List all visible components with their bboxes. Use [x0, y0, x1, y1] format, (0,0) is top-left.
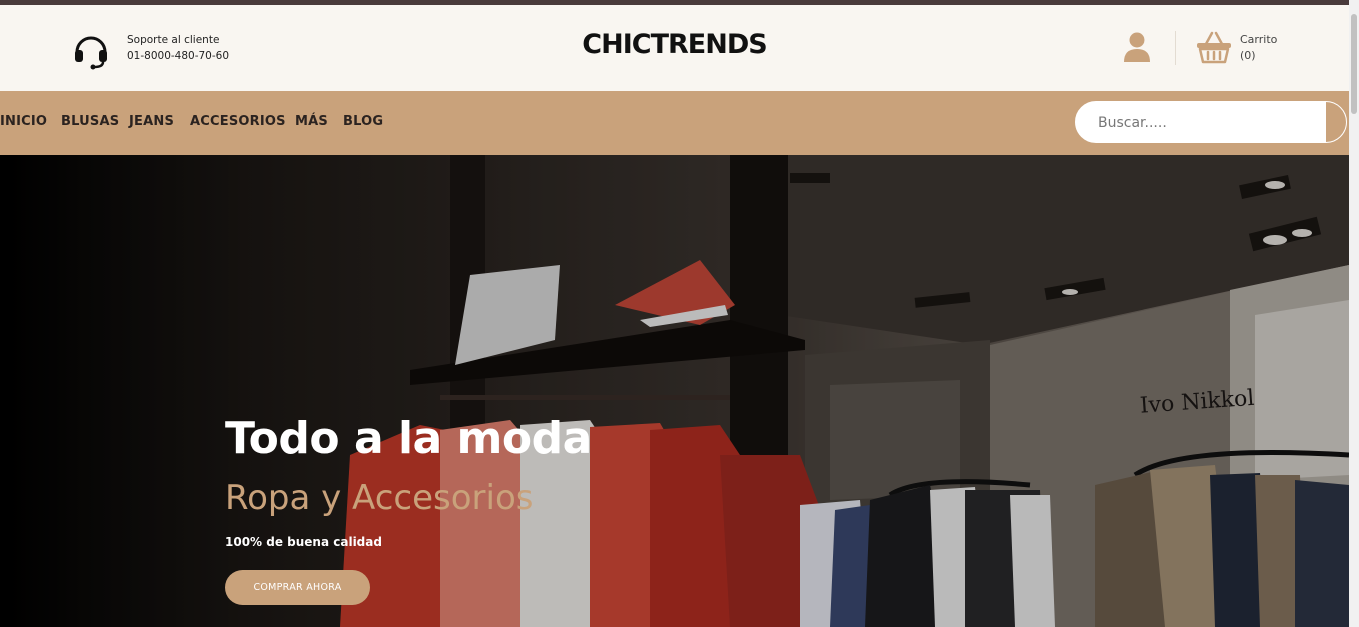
- search-input[interactable]: [1096, 111, 1320, 135]
- hero-banner: Ivo Nikkol Todo a la moda Ropa y Accesor…: [0, 155, 1349, 627]
- page-scrollbar[interactable]: [1349, 0, 1359, 627]
- shop-now-button[interactable]: COMPRAR AHORA: [225, 570, 370, 605]
- store-photo: Ivo Nikkol: [0, 155, 1349, 627]
- search-box: [1075, 101, 1347, 143]
- cart-label: Carrito: [1240, 33, 1278, 46]
- nav-item-mas[interactable]: MÁS: [295, 114, 328, 129]
- header-divider: [1175, 31, 1176, 65]
- nav-item-accesorios[interactable]: ACCESORIOS: [190, 114, 286, 129]
- hero-title: Todo a la moda: [225, 413, 592, 464]
- hero-subtitle: Ropa y Accesorios: [225, 478, 534, 518]
- nav-item-jeans[interactable]: JEANS: [129, 114, 174, 129]
- scrollbar-thumb[interactable]: [1351, 14, 1357, 114]
- nav-item-blog[interactable]: BLOG: [343, 114, 383, 129]
- basket-icon[interactable]: [1196, 30, 1232, 64]
- site-header: Soporte al cliente 01-8000-480-70-60 CHI…: [0, 5, 1349, 91]
- main-navigation: INICIO BLUSAS JEANS ACCESORIOS MÁS BLOG: [0, 91, 1349, 155]
- search-button[interactable]: [1324, 102, 1346, 142]
- nav-item-inicio[interactable]: INICIO: [0, 114, 47, 129]
- nav-item-blusas[interactable]: BLUSAS: [61, 114, 119, 129]
- cart-link[interactable]: Carrito (0): [1240, 32, 1277, 64]
- user-icon[interactable]: [1123, 31, 1151, 63]
- cart-count: (0): [1240, 49, 1256, 62]
- hero-tagline: 100% de buena calidad: [225, 535, 382, 549]
